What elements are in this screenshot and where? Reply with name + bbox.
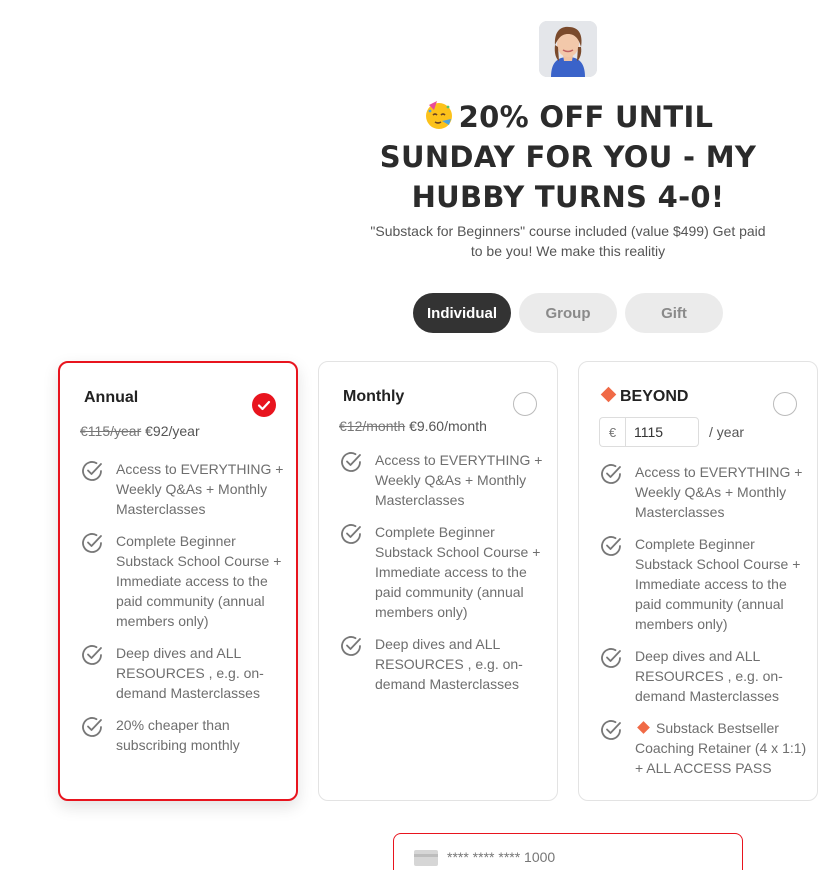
check-circle-icon xyxy=(601,648,621,668)
author-avatar xyxy=(539,21,597,77)
promo-headline: 20% OFF UNTIL SUNDAY FOR YOU - MY HUBBY … xyxy=(360,97,776,217)
list-item: Substack Bestseller Coaching Retainer (4… xyxy=(599,718,807,778)
check-circle-icon xyxy=(82,645,102,665)
check-circle-icon xyxy=(82,533,102,553)
diamond-icon xyxy=(600,386,617,403)
diamond-icon xyxy=(637,721,650,734)
checkmark-icon xyxy=(257,400,271,411)
feature-text-content: Substack Bestseller Coaching Retainer (4… xyxy=(635,720,807,776)
plan-card-beyond[interactable]: BEYOND € 1115 / year Access to EVERYTHIN… xyxy=(578,361,818,801)
feature-text: Complete Beginner Substack School Course… xyxy=(635,536,801,632)
amount-period: / year xyxy=(709,424,745,440)
new-price: €9.60/month xyxy=(409,418,487,434)
check-circle-icon xyxy=(82,461,102,481)
plan-price: €115/year €92/year xyxy=(80,423,200,439)
old-price: €115/year xyxy=(80,423,142,439)
plan-radio-checked[interactable] xyxy=(252,393,276,417)
card-number-value: **** **** **** 1000 xyxy=(447,849,556,865)
promo-subtitle: "Substack for Beginners" course included… xyxy=(370,223,766,259)
check-circle-icon xyxy=(601,720,621,740)
tab-group[interactable]: Group xyxy=(519,293,617,333)
feature-list: Access to EVERYTHING + Weekly Q&As + Mon… xyxy=(599,462,807,790)
list-item: Complete Beginner Substack School Course… xyxy=(80,531,286,631)
feature-text: Complete Beginner Substack School Course… xyxy=(375,524,541,620)
plan-type-tabs: Individual Group Gift xyxy=(413,293,723,333)
feature-text: Substack Bestseller Coaching Retainer (4… xyxy=(635,718,807,778)
tab-individual[interactable]: Individual xyxy=(413,293,511,333)
feature-text: Complete Beginner Substack School Course… xyxy=(116,533,282,629)
list-item: Access to EVERYTHING + Weekly Q&As + Mon… xyxy=(339,450,547,510)
list-item: Deep dives and ALL RESOURCES , e.g. on-d… xyxy=(339,634,547,694)
plan-card-annual[interactable]: Annual €115/year €92/year Access to EVER… xyxy=(58,361,298,801)
feature-text: Deep dives and ALL RESOURCES , e.g. on-d… xyxy=(635,648,783,704)
plan-title: Monthly xyxy=(343,388,405,405)
new-price: €92/year xyxy=(145,423,200,439)
plan-price: €12/month €9.60/month xyxy=(339,418,487,434)
feature-text: Access to EVERYTHING + Weekly Q&As + Mon… xyxy=(116,461,284,517)
check-circle-icon xyxy=(341,524,361,544)
feature-list: Access to EVERYTHING + Weekly Q&As + Mon… xyxy=(80,459,286,767)
plan-radio[interactable] xyxy=(773,392,797,416)
feature-text: Deep dives and ALL RESOURCES , e.g. on-d… xyxy=(375,636,523,692)
old-price: €12/month xyxy=(339,418,406,434)
feature-text: 20% cheaper than subscribing monthly xyxy=(116,717,240,753)
check-circle-icon xyxy=(601,536,621,556)
list-item: 20% cheaper than subscribing monthly xyxy=(80,715,286,755)
plan-card-monthly[interactable]: Monthly €12/month €9.60/month Access to … xyxy=(318,361,558,801)
tab-gift[interactable]: Gift xyxy=(625,293,723,333)
feature-text: Access to EVERYTHING + Weekly Q&As + Mon… xyxy=(635,464,803,520)
check-circle-icon xyxy=(341,636,361,656)
list-item: Deep dives and ALL RESOURCES , e.g. on-d… xyxy=(599,646,807,706)
credit-card-icon xyxy=(414,850,438,866)
party-face-icon xyxy=(425,101,452,129)
list-item: Deep dives and ALL RESOURCES , e.g. on-d… xyxy=(80,643,286,703)
card-number-field[interactable]: **** **** **** 1000 xyxy=(393,833,743,870)
list-item: Complete Beginner Substack School Course… xyxy=(339,522,547,622)
feature-text: Access to EVERYTHING + Weekly Q&As + Mon… xyxy=(375,452,543,508)
custom-amount-group: € 1115 / year xyxy=(599,417,744,447)
plan-title: Annual xyxy=(84,389,139,406)
list-item: Access to EVERYTHING + Weekly Q&As + Mon… xyxy=(599,462,807,522)
custom-amount-input[interactable]: 1115 xyxy=(625,417,699,447)
list-item: Complete Beginner Substack School Course… xyxy=(599,534,807,634)
currency-prefix: € xyxy=(599,417,625,447)
plan-radio[interactable] xyxy=(513,392,537,416)
feature-text: Deep dives and ALL RESOURCES , e.g. on-d… xyxy=(116,645,264,701)
check-circle-icon xyxy=(82,717,102,737)
check-circle-icon xyxy=(601,464,621,484)
plan-title: BEYOND xyxy=(600,386,689,406)
feature-list: Access to EVERYTHING + Weekly Q&As + Mon… xyxy=(339,450,547,706)
list-item: Access to EVERYTHING + Weekly Q&As + Mon… xyxy=(80,459,286,519)
plan-title-text: BEYOND xyxy=(620,388,689,405)
check-circle-icon xyxy=(341,452,361,472)
